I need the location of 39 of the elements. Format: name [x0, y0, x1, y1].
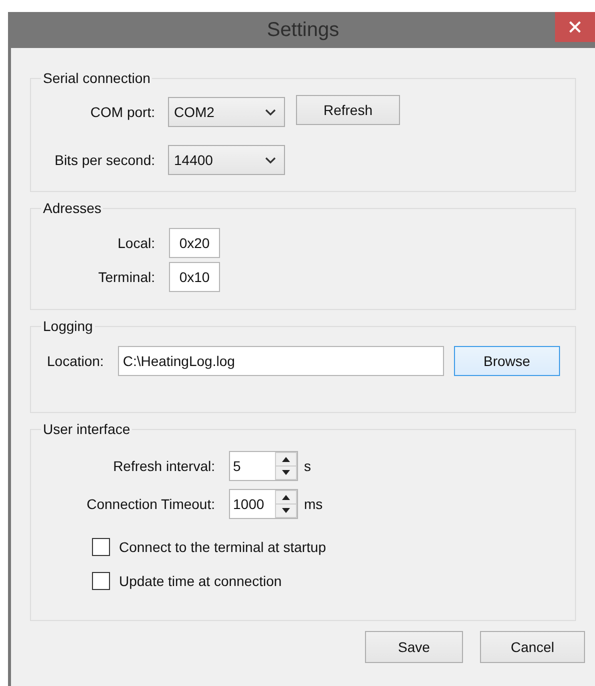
group-title: User interface	[42, 421, 132, 437]
dropdown[interactable]: 14400	[168, 145, 285, 175]
input-field[interactable]: C:\HeatingLog.log	[118, 346, 444, 376]
dropdown-value: COM2	[174, 104, 214, 120]
group-title: Adresses	[42, 200, 102, 216]
group-title: Logging	[42, 318, 94, 334]
unit-label: s	[304, 458, 311, 474]
field-label: Local:	[116, 235, 155, 251]
dropdown-value: 14400	[174, 152, 213, 168]
spin-arrows-icon[interactable]	[275, 452, 297, 480]
dialog-button[interactable]: Cancel	[480, 631, 585, 663]
window-title: Settings	[266, 18, 340, 42]
field-label: Location:	[47, 353, 104, 369]
group-title: Serial connection	[42, 70, 152, 86]
field-label: Connection Timeout:	[86, 496, 215, 512]
number-spinner[interactable]: 5	[229, 451, 298, 481]
refresh-button[interactable]: Refresh	[296, 95, 400, 125]
number-spinner[interactable]: 1000	[229, 489, 298, 519]
close-button[interactable]	[555, 12, 595, 42]
spinner-value: 5	[233, 458, 241, 474]
checkbox[interactable]	[92, 572, 110, 590]
dialog-button[interactable]: Save	[365, 631, 463, 663]
chevron-down-icon	[265, 156, 276, 164]
field-label: Terminal:	[97, 269, 155, 285]
spinner-value: 1000	[233, 496, 264, 512]
browse-button[interactable]: Browse	[454, 346, 560, 376]
dropdown[interactable]: COM2	[168, 97, 285, 127]
checkbox[interactable]	[92, 538, 110, 556]
spin-arrows-icon[interactable]	[275, 490, 297, 518]
unit-label: ms	[304, 496, 323, 512]
field-label: COM port:	[89, 104, 155, 120]
checkbox-label: Update time at connection	[119, 573, 282, 589]
input-field[interactable]: 0x10	[169, 262, 220, 292]
field-label: Refresh interval:	[112, 458, 215, 474]
close-icon	[569, 21, 581, 33]
field-label: Bits per second:	[54, 152, 155, 168]
checkbox-label: Connect to the terminal at startup	[119, 539, 326, 555]
chevron-down-icon	[265, 108, 276, 116]
input-field[interactable]: 0x20	[169, 228, 220, 258]
